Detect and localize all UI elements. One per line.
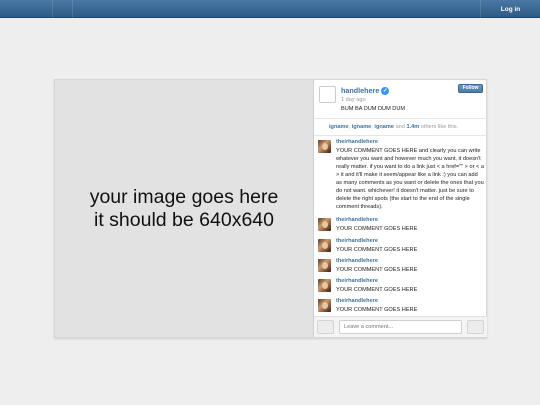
commenter-handle[interactable]: theirhandlehere bbox=[336, 278, 378, 284]
login-link[interactable]: Log in bbox=[480, 0, 540, 18]
post-image-placeholder: your image goes here it should be 640x64… bbox=[55, 80, 314, 337]
liker-link[interactable]: igname bbox=[329, 124, 349, 130]
likes-and: and bbox=[395, 124, 405, 130]
commenter-avatar[interactable] bbox=[318, 140, 331, 153]
follow-button[interactable]: Follow bbox=[458, 84, 483, 93]
comment-item: theirhandlehere YOUR COMMENT GOES HERE bbox=[318, 257, 485, 276]
comment-item: theirhandlehere YOUR COMMENT GOES HERE a… bbox=[318, 138, 485, 214]
comment-text: YOUR COMMENT GOES HERE bbox=[336, 226, 418, 232]
nav-logo-segment[interactable] bbox=[0, 0, 53, 18]
commenter-avatar[interactable] bbox=[318, 239, 331, 252]
liker-link[interactable]: igname bbox=[352, 124, 372, 130]
comment-footer bbox=[314, 316, 487, 337]
comment-item: theirhandlehere YOUR COMMENT GOES HERE bbox=[318, 297, 485, 316]
post-header: handlehere ✓ 1 day ago BUM BA DUM DUM DU… bbox=[314, 80, 487, 118]
commenter-handle[interactable]: theirhandlehere bbox=[336, 258, 378, 264]
comment-text: YOUR COMMENT GOES HERE bbox=[336, 267, 418, 273]
comment-item: theirhandlehere YOUR COMMENT GOES HERE bbox=[318, 216, 485, 235]
commenter-handle[interactable]: theirhandlehere bbox=[336, 217, 378, 223]
commenter-handle[interactable]: theirhandlehere bbox=[336, 298, 378, 304]
commenter-avatar[interactable] bbox=[318, 259, 331, 272]
likes-suffix: others like this. bbox=[420, 124, 459, 130]
profile-handle[interactable]: handlehere bbox=[341, 86, 379, 95]
image-placeholder-line-1: your image goes here bbox=[89, 185, 279, 208]
verified-badge-icon: ✓ bbox=[381, 86, 390, 95]
comment-item: theirhandlehere YOUR COMMENT GOES HERE bbox=[318, 277, 485, 296]
likes-summary: igname, igname, igname and 1.4m others l… bbox=[314, 118, 487, 136]
comment-input[interactable] bbox=[339, 320, 462, 334]
liker-link[interactable]: igname bbox=[374, 124, 394, 130]
like-button[interactable] bbox=[317, 320, 334, 334]
comment-text: YOUR COMMENT GOES HERE bbox=[336, 247, 418, 253]
top-navigation-bar: Log in bbox=[0, 0, 540, 18]
more-options-button[interactable] bbox=[467, 320, 484, 334]
commenter-avatar[interactable] bbox=[318, 299, 331, 312]
profile-avatar[interactable] bbox=[319, 86, 336, 103]
comment-item: theirhandlehere YOUR COMMENT GOES HERE bbox=[318, 237, 485, 256]
comment-text: YOUR COMMENT GOES HERE bbox=[336, 307, 418, 313]
commenter-handle[interactable]: theirhandlehere bbox=[336, 139, 378, 145]
commenter-handle[interactable]: theirhandlehere bbox=[336, 238, 378, 244]
nav-segment[interactable] bbox=[53, 0, 73, 18]
post-sidebar: handlehere ✓ 1 day ago BUM BA DUM DUM DU… bbox=[314, 80, 487, 337]
profile-handle-link[interactable]: handlehere ✓ bbox=[341, 86, 390, 95]
commenter-avatar[interactable] bbox=[318, 279, 331, 292]
commenter-avatar[interactable] bbox=[318, 218, 331, 231]
comment-text: YOUR COMMENT GOES HERE bbox=[336, 287, 418, 293]
image-placeholder-line-2: it should be 640x640 bbox=[94, 208, 274, 231]
comment-text: YOUR COMMENT GOES HERE and clearly you c… bbox=[336, 148, 484, 210]
post-card: your image goes here it should be 640x64… bbox=[54, 79, 487, 338]
likes-count[interactable]: 1.4m bbox=[406, 124, 419, 130]
post-caption: BUM BA DUM DUM DUM bbox=[341, 106, 406, 112]
post-timestamp: 1 day ago bbox=[341, 97, 366, 103]
